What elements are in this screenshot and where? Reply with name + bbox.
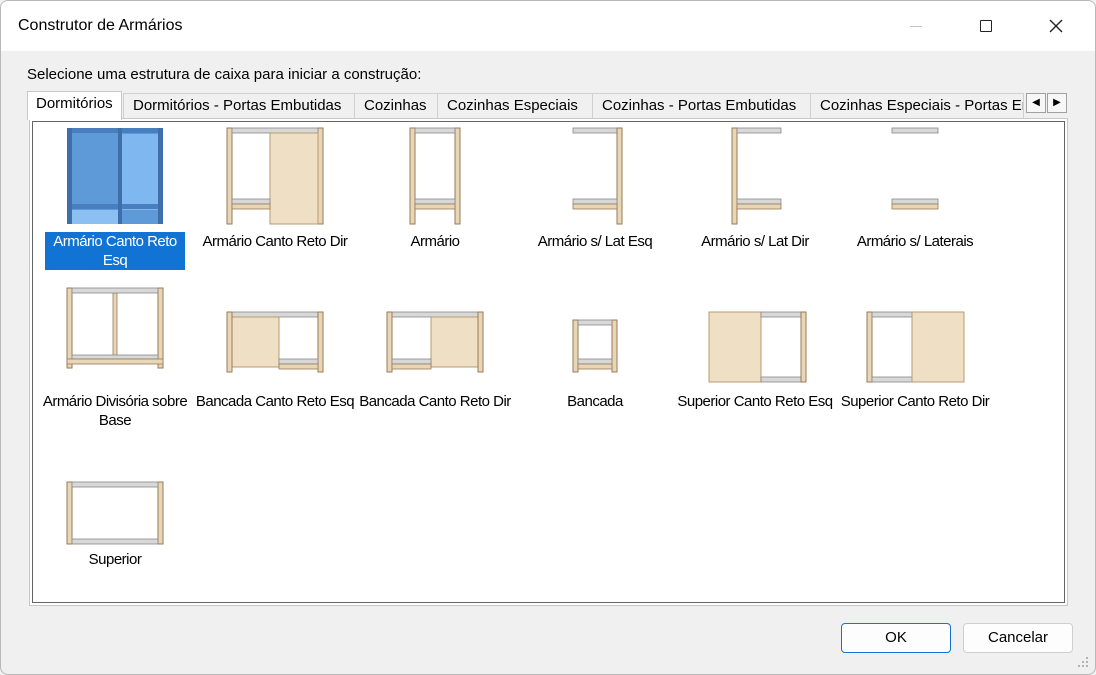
item-label: Armário Canto Reto Esq [45,232,185,270]
close-button[interactable] [1021,1,1091,51]
maximize-icon [980,20,992,32]
tab-cozinhas-portas-embutidas[interactable]: Cozinhas - Portas Embutidas [592,93,811,119]
minimize-button[interactable] [881,1,951,51]
cabinet-no-right-side-icon [731,127,782,225]
instruction-label: Selecione uma estrutura de caixa para in… [27,66,422,83]
structure-item-armario-canto-reto-esq[interactable]: Armário Canto Reto Esq [35,124,195,274]
tab-strip: Dormitórios Dormitórios - Portas Embutid… [27,91,1045,120]
tab-scroll-left-button[interactable]: ◀ [1026,93,1046,113]
upper-corner-left-icon [708,311,807,383]
structure-item-armario-sem-lat-dir[interactable]: Armário s/ Lat Dir [675,124,835,274]
cabinet-no-left-side-icon [572,127,623,225]
scroll-left-icon: ◀ [1032,97,1040,108]
structure-item-superior-canto-reto-dir[interactable]: Superior Canto Reto Dir [835,284,995,434]
item-label: Bancada Canto Reto Esq [195,393,355,410]
ok-button[interactable]: OK [841,623,951,653]
tab-cozinhas-especiais[interactable]: Cozinhas Especiais [437,93,593,119]
structure-item-armario-canto-reto-dir[interactable]: Armário Canto Reto Dir [195,124,355,274]
dialog-window: Construtor de Armários Selecione uma est… [0,0,1096,675]
tab-cozinhas[interactable]: Cozinhas [354,93,438,119]
window-title: Construtor de Armários [18,17,183,34]
tab-dormitorios[interactable]: Dormitórios [27,91,122,120]
tab-scroll-right-button[interactable]: ▶ [1047,93,1067,113]
maximize-button[interactable] [951,1,1021,51]
tab-dormitorios-portas-embutidas[interactable]: Dormitórios - Portas Embutidas [123,93,355,119]
cancel-button[interactable]: Cancelar [963,623,1073,653]
tab-cozinhas-especiais-portas-embutidas[interactable]: Cozinhas Especiais - Portas Embutidas [810,93,1024,119]
item-label: Superior [88,551,142,568]
structure-item-superior-canto-reto-esq[interactable]: Superior Canto Reto Esq [675,284,835,434]
resize-grip-icon[interactable] [1077,656,1089,668]
item-label: Armário s/ Lat Esq [537,233,653,250]
title-bar[interactable]: Construtor de Armários [1,1,1095,51]
structure-item-bancada-canto-reto-dir[interactable]: Bancada Canto Reto Dir [355,284,515,434]
divider-cabinet-icon [66,287,164,369]
structure-item-armario-divisoria-sobre-base[interactable]: Armário Divisória sobre Base [35,284,195,434]
structure-item-armario[interactable]: Armário [355,124,515,274]
structure-item-superior[interactable]: Superior [35,444,195,594]
item-label: Bancada [567,393,623,410]
minimize-icon [910,25,922,27]
close-icon [1049,19,1063,33]
structure-item-bancada[interactable]: Bancada [515,284,675,434]
structure-list: Armário Canto Reto Esq Armário Canto Ret… [32,121,1065,603]
structure-item-armario-sem-lat-esq[interactable]: Armário s/ Lat Esq [515,124,675,274]
item-label: Superior Canto Reto Dir [840,393,990,410]
structure-item-armario-sem-laterais[interactable]: Armário s/ Laterais [835,124,995,274]
cabinet-icon [409,127,461,225]
structure-item-bancada-canto-reto-esq[interactable]: Bancada Canto Reto Esq [195,284,355,434]
item-label: Armário [410,233,460,250]
counter-corner-right-icon [386,311,484,373]
corner-cabinet-left-icon [67,128,163,224]
upper-cabinet-icon [66,481,164,545]
corner-cabinet-right-icon [226,127,324,225]
scroll-right-icon: ▶ [1053,97,1061,108]
item-label: Armário Canto Reto Dir [202,233,348,250]
upper-corner-right-icon [866,311,965,383]
counter-icon [572,319,618,373]
item-label: Armário Divisória sobre Base [42,393,188,429]
counter-corner-left-icon [226,311,324,373]
structure-panel: Armário Canto Reto Esq Armário Canto Ret… [29,118,1068,606]
item-label: Superior Canto Reto Esq [677,393,833,410]
item-label: Armário s/ Laterais [856,233,974,250]
item-label: Armário s/ Lat Dir [701,233,809,250]
item-label: Bancada Canto Reto Dir [359,393,511,410]
cabinet-no-sides-icon [891,127,939,210]
